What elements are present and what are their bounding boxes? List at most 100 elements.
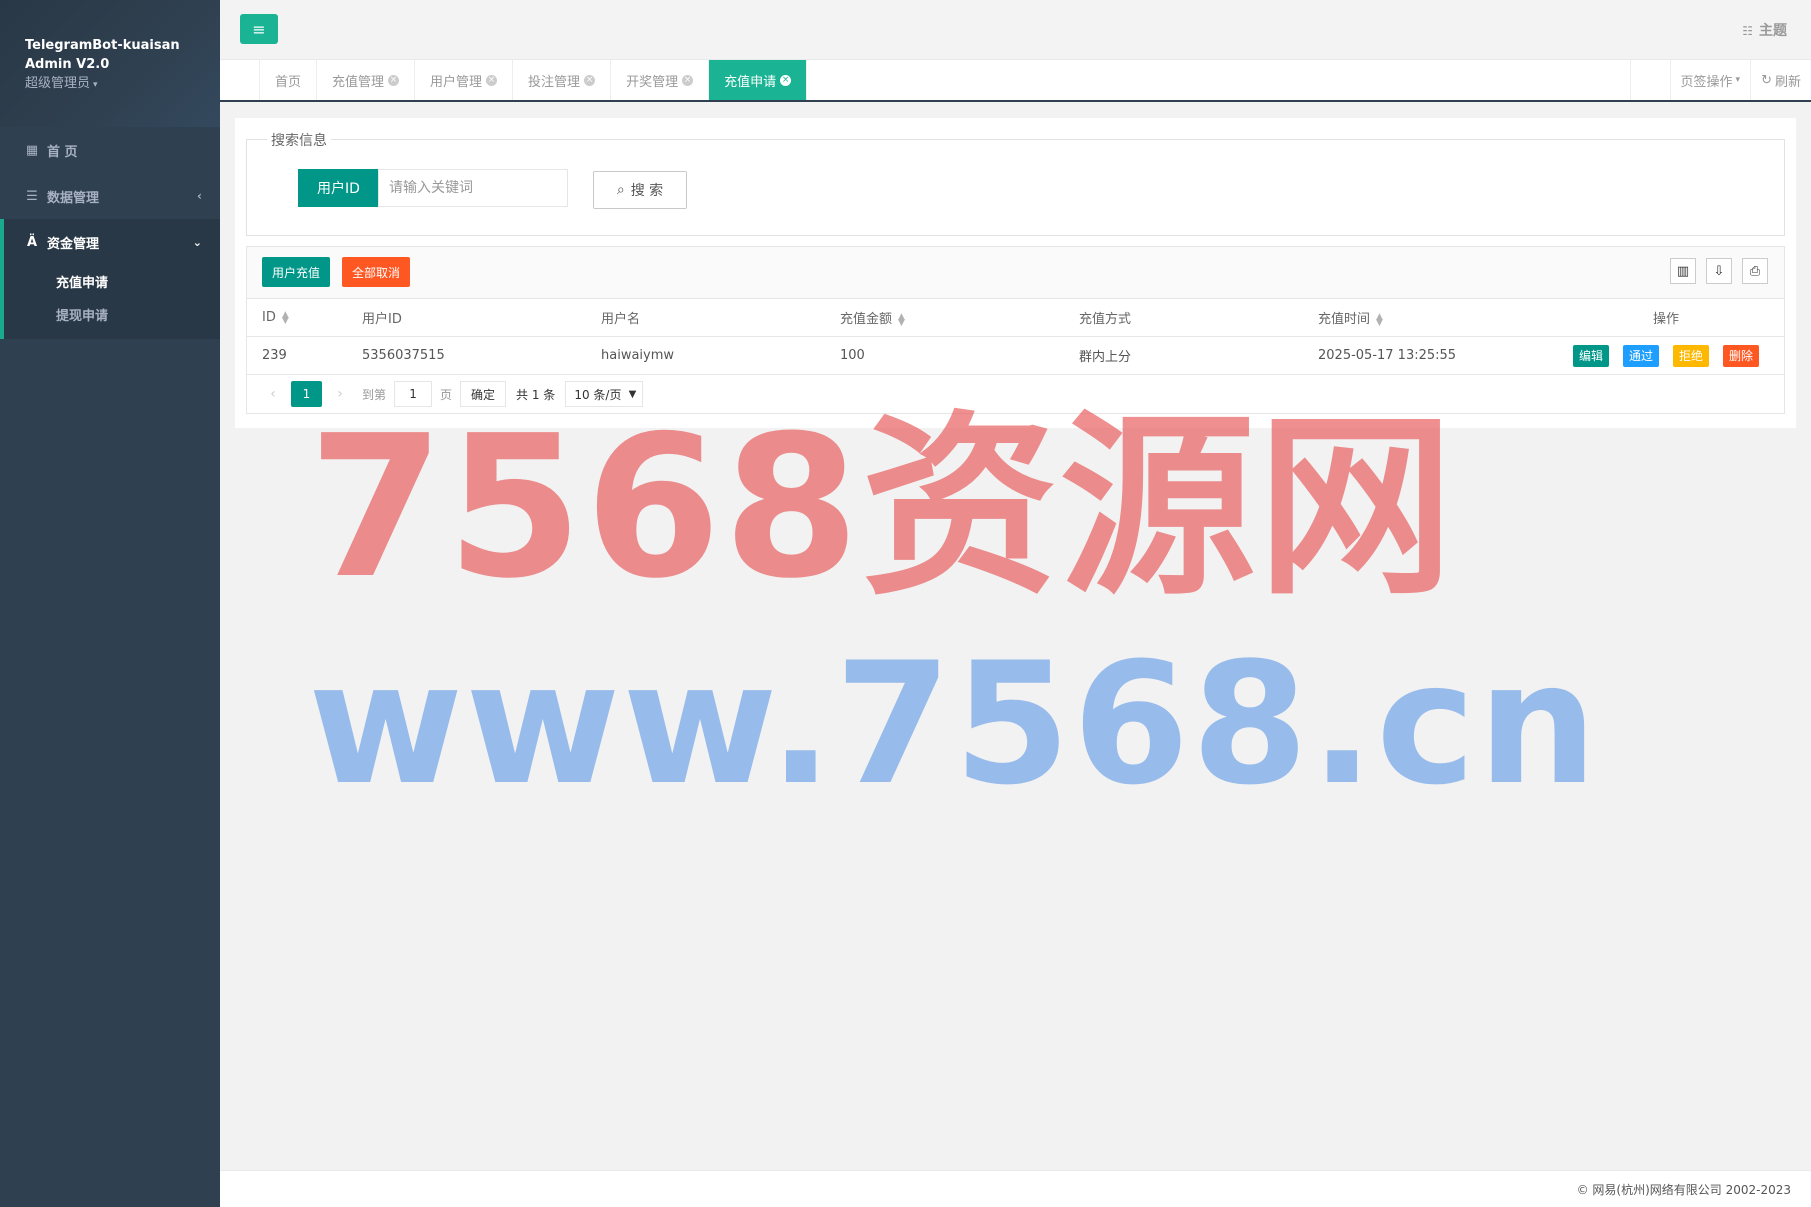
cell-username: haiwaiymw xyxy=(601,348,675,363)
search-fieldset: 搜索信息 用户ID ⌕ 搜 索 xyxy=(246,130,1785,236)
sidebar: TelegramBot-kuaisan Admin V2.0 超级管理员 ▾ ▦ … xyxy=(0,0,220,1207)
close-icon[interactable]: × xyxy=(584,74,596,86)
theme-button[interactable]: ☷ 主题 xyxy=(1742,20,1787,40)
tab-list: 首页 充值管理 × 用户管理 × 投注管理 × 开奖管理 × 充值申请 × xyxy=(260,60,808,100)
header-id[interactable]: ID ▲ ▼ xyxy=(247,310,347,325)
close-icon[interactable]: × xyxy=(388,74,400,86)
list-icon: ☰ xyxy=(26,188,38,204)
header-actions: 操作 xyxy=(1652,312,1679,327)
table-header: ID ▲ ▼ 用户ID 用户名 充值金额 ▲ ▼ 充值方式 充值时间 ▲ ▼ 操作 xyxy=(247,299,1784,337)
cell-method: 群内上分 xyxy=(1079,350,1132,365)
theme-label: 主题 xyxy=(1759,23,1787,39)
approve-button[interactable]: 通过 xyxy=(1622,344,1659,367)
edit-button[interactable]: 编辑 xyxy=(1572,344,1609,367)
goto-suffix: 页 xyxy=(440,387,453,402)
sort-icon[interactable]: ▲ ▼ xyxy=(1376,312,1383,327)
tab-actions: 页签操作 ▾ ↻ 刷新 xyxy=(1629,60,1811,100)
header-method: 充值方式 xyxy=(1079,312,1132,327)
search-input[interactable] xyxy=(378,169,568,207)
chevron-down-icon: ⌄ xyxy=(192,235,202,249)
tab-bet-manage[interactable]: 投注管理 × xyxy=(513,60,612,100)
export-icon[interactable]: ⇩ xyxy=(1706,258,1732,284)
refresh-label: 刷新 xyxy=(1774,74,1801,90)
tab-ops-label: 页签操作 xyxy=(1680,74,1733,90)
tab-ops-dropdown[interactable]: 页签操作 ▾ xyxy=(1669,60,1751,100)
header-time[interactable]: 充值时间 ▲ ▼ xyxy=(1303,308,1548,327)
cell-amount: 100 xyxy=(840,348,865,363)
tab-draw-manage[interactable]: 开奖管理 × xyxy=(611,60,710,100)
tabs-bar: 首页 充值管理 × 用户管理 × 投注管理 × 开奖管理 × 充值申请 × 页签操作 ▾ xyxy=(220,60,1811,102)
fund-icon: Ä xyxy=(26,234,38,250)
page-size-select[interactable]: 10 条/页 ▼ xyxy=(565,381,644,407)
reject-button[interactable]: 拒绝 xyxy=(1673,344,1710,367)
search-legend: 搜索信息 xyxy=(267,130,331,150)
theme-icon: ☷ xyxy=(1742,24,1753,38)
refresh-icon: ↻ xyxy=(1761,72,1772,88)
role-dropdown[interactable]: 超级管理员 ▾ xyxy=(25,74,220,95)
brand-version: Admin V2.0 xyxy=(25,57,110,72)
sidebar-item-home[interactable]: ▦ 首 页 xyxy=(0,127,220,173)
sidebar-item-label: 首 页 xyxy=(47,144,78,160)
tab-label: 用户管理 xyxy=(430,74,483,90)
sidebar-item-label: 数据管理 xyxy=(47,190,100,206)
caret-down-icon: ▾ xyxy=(1735,75,1741,85)
tab-recharge-manage[interactable]: 充值管理 × xyxy=(317,60,416,100)
tabs-scroll-left[interactable] xyxy=(220,60,260,100)
refresh-button[interactable]: ↻ 刷新 xyxy=(1750,60,1811,100)
tab-label: 开奖管理 xyxy=(626,74,679,90)
dashboard-icon: ▦ xyxy=(25,142,39,158)
sort-icon[interactable]: ▲ ▼ xyxy=(282,310,289,325)
sidebar-item-funds[interactable]: Ä 资金管理 ⌄ xyxy=(4,219,220,265)
tab-label: 充值管理 xyxy=(332,74,385,90)
footer: © 网易(杭州)网络有限公司 2002-2023 xyxy=(220,1170,1811,1207)
sidebar-item-data[interactable]: ☰ 数据管理 ‹ xyxy=(0,173,220,219)
cell-user-id: 5356037515 xyxy=(362,348,445,363)
copyright-text: © 网易(杭州)网络有限公司 2002-2023 xyxy=(1576,1182,1791,1197)
cell-id: 239 xyxy=(262,348,287,363)
close-icon[interactable]: × xyxy=(682,74,694,86)
search-field-label: 用户ID xyxy=(298,169,379,207)
tabs-scroll-right[interactable] xyxy=(1629,60,1670,100)
cell-time: 2025-05-17 13:25:55 xyxy=(1318,348,1457,363)
sidebar-group-funds: Ä 资金管理 ⌄ 充值申请 提现申请 xyxy=(0,219,220,339)
search-icon: ⌕ xyxy=(616,182,625,198)
delete-button[interactable]: 删除 xyxy=(1723,344,1760,367)
close-icon[interactable]: × xyxy=(486,74,498,86)
tab-home[interactable]: 首页 xyxy=(260,60,318,100)
sidebar-header: TelegramBot-kuaisan Admin V2.0 超级管理员 ▾ xyxy=(0,0,220,127)
tab-label: 投注管理 xyxy=(528,74,581,90)
page-number-current[interactable]: 1 xyxy=(291,381,322,407)
header-amount[interactable]: 充值金额 ▲ ▼ xyxy=(825,308,1064,327)
sort-icon[interactable]: ▲ ▼ xyxy=(898,312,905,327)
chevron-left-icon: ‹ xyxy=(197,189,202,203)
table-row: 239 5356037515 haiwaiymw 100 群内上分 2025-0… xyxy=(247,337,1784,375)
columns-icon[interactable]: ▥ xyxy=(1670,258,1696,284)
data-table: 用户充值 全部取消 ▥ ⇩ ⎙ ID ▲ ▼ 用户ID 用户名 充值金额 ▲ ▼ 充值方… xyxy=(246,246,1785,414)
role-label: 超级管理员 xyxy=(25,76,91,91)
topbar: ≡ ☷ 主题 xyxy=(220,0,1811,60)
print-icon[interactable]: ⎙ xyxy=(1742,258,1768,284)
prev-page-icon[interactable]: ‹ xyxy=(259,386,287,402)
content-panel: 搜索信息 用户ID ⌕ 搜 索 用户充值 全部取消 ▥ ⇩ ⎙ ID▲▼ 用户ID… xyxy=(235,118,1796,428)
main-area: ≡ ☷ 主题 首页 充值管理 × 用户管理 × 投注管理 × 开奖管理 × 充值申请 xyxy=(220,0,1811,1207)
tab-user-manage[interactable]: 用户管理 × xyxy=(415,60,514,100)
user-recharge-button[interactable]: 用户充值 xyxy=(262,257,331,287)
cell-actions: 编辑 通过 拒绝 删除 xyxy=(1548,344,1784,367)
sidebar-item-label: 资金管理 xyxy=(47,236,100,252)
search-button[interactable]: ⌕ 搜 索 xyxy=(593,171,687,209)
brand-title: TelegramBot-kuaisan xyxy=(25,38,180,53)
close-icon[interactable]: × xyxy=(780,74,792,86)
goto-page-input[interactable] xyxy=(394,381,433,407)
sidebar-subitem-recharge-request[interactable]: 充值申请 xyxy=(4,265,220,298)
header-user-id: 用户ID xyxy=(362,312,402,327)
next-page-icon[interactable]: › xyxy=(326,386,354,402)
goto-confirm-button[interactable]: 确定 xyxy=(460,381,507,407)
total-count: 共 1 条 xyxy=(516,387,556,402)
table-toolbar: 用户充值 全部取消 ▥ ⇩ ⎙ xyxy=(247,247,1784,299)
tab-label: 首页 xyxy=(275,74,302,90)
menu-toggle-button[interactable]: ≡ xyxy=(240,14,278,44)
cancel-all-button[interactable]: 全部取消 xyxy=(342,257,411,287)
sidebar-subitem-withdraw-request[interactable]: 提现申请 xyxy=(4,298,220,331)
tab-recharge-request[interactable]: 充值申请 × xyxy=(709,60,808,100)
search-button-label: 搜 索 xyxy=(630,183,664,199)
